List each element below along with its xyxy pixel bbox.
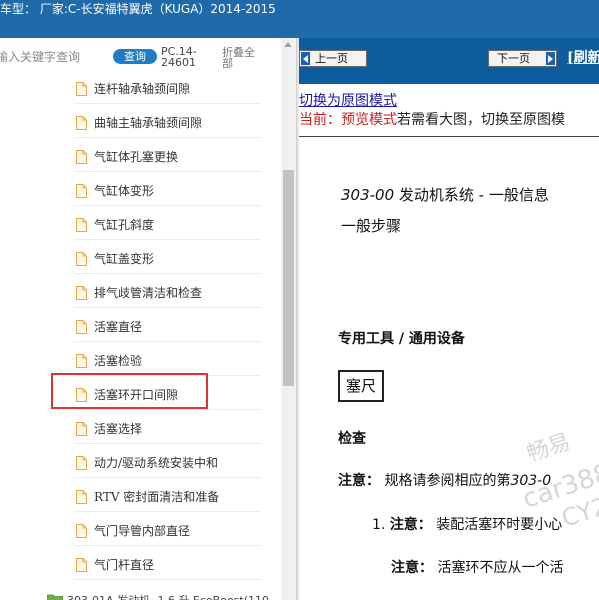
tree-item[interactable]: 动力/驱动系统安装中和 — [74, 448, 261, 478]
document-icon — [76, 286, 87, 300]
current-mode-line: 当前：预览模式若需看大图，切换至原图模 — [299, 109, 565, 129]
system-name: 发动机系统 - 一般信息 — [394, 186, 549, 204]
left-tree-pane: 查询 PC.14-24601 折叠全部 连杆轴承轴颈间隙曲轴主轴承轴颈间隙气缸体… — [0, 38, 296, 600]
tree-item-label: RTV 密封面清洁和准备 — [94, 490, 220, 504]
document-icon — [76, 320, 87, 334]
tools-heading: 专用工具 / 通用设备 — [338, 331, 465, 347]
tree-item-label: 排气歧管清洁和检查 — [94, 286, 203, 300]
watermark-logo: 畅易 — [523, 429, 574, 468]
search-input[interactable] — [0, 48, 94, 66]
document-icon — [76, 218, 87, 232]
scroll-up-arrow-icon[interactable] — [284, 42, 292, 47]
document-icon — [76, 116, 87, 130]
document-icon — [76, 422, 87, 436]
tree-item-label: 气门导管内部直径 — [94, 524, 191, 538]
note-2: 注意： 活塞环不应从一个活 — [391, 557, 563, 577]
step-1-number: 1. — [372, 517, 390, 533]
document-icon — [76, 558, 87, 572]
tree-item-label: 气缸体孔塞更换 — [94, 150, 179, 164]
arrow-left-icon — [301, 52, 310, 65]
tree-item[interactable]: 活塞选择 — [74, 414, 261, 444]
note-1-code: 303-0 — [510, 473, 552, 489]
note-label: 注意： — [338, 473, 380, 489]
note-1: 注意： 规格请参阅相应的第303-0 — [338, 470, 551, 490]
tree-item[interactable]: RTV 密封面清洁和准备 — [74, 482, 261, 512]
tree-item-label: 活塞直径 — [94, 320, 143, 334]
document-icon — [76, 456, 87, 470]
general-steps: 一般步骤 — [341, 217, 402, 235]
document-icon — [76, 354, 87, 368]
collapse-all-link[interactable]: 折叠全部 — [222, 47, 262, 69]
tool-feeler-gauge: 塞尺 — [338, 370, 384, 402]
system-code: 303-00 — [341, 186, 395, 204]
tree-item[interactable]: 气缸体孔塞更换 — [74, 142, 261, 172]
document-separator — [299, 136, 599, 137]
inspect-heading: 检查 — [338, 431, 366, 447]
document-icon — [76, 150, 87, 164]
tree-item[interactable]: 排气歧管清洁和检查 — [74, 278, 261, 308]
tree-item-label: 气门杆直径 — [94, 558, 155, 572]
tree-item-label: 气缸孔斜度 — [94, 218, 155, 232]
tree-item-label: 曲轴主轴承轴颈间隙 — [94, 116, 203, 130]
tree-item[interactable]: 气门导管内部直径 — [74, 516, 261, 546]
folder-icon — [47, 594, 63, 600]
title-bar: 车型： 厂家:C-长安福特翼虎（KUGA）2014-2015 — [0, 0, 599, 38]
prev-page-button[interactable]: 上一页 — [299, 50, 367, 67]
system-title: 303-00 发动机系统 - 一般信息 — [341, 184, 549, 205]
document-icon — [76, 252, 87, 266]
tree-item-label: 连杆轴承轴颈间隙 — [94, 82, 191, 96]
document-icon — [76, 184, 87, 198]
scrollbar-thumb[interactable] — [283, 170, 294, 386]
mode-hint: 若需看大图，切换至原图模 — [397, 112, 565, 128]
current-label: 当前： — [299, 112, 341, 128]
tree-item[interactable]: 气缸孔斜度 — [74, 210, 261, 240]
step-1-text: 装配活塞环时要小心 — [431, 517, 563, 533]
document-icon — [76, 82, 87, 96]
note-1-text: 规格请参阅相应的第 — [380, 473, 511, 489]
note-2-text: 活塞环不应从一个活 — [433, 560, 564, 576]
tree-item[interactable]: 气门杆直径 — [74, 550, 261, 580]
arrow-right-icon — [546, 52, 555, 65]
current-mode: 预览模式 — [341, 112, 397, 128]
left-scrollbar[interactable] — [281, 38, 296, 600]
note-2-label: 注意： — [391, 560, 433, 576]
switch-original-mode-link[interactable]: 切换为原图模式 — [299, 90, 397, 110]
highlight-box — [51, 373, 208, 409]
vehicle-model-title: 车型： 厂家:C-长安福特翼虎（KUGA）2014-2015 — [0, 2, 276, 16]
tree-item[interactable]: 活塞检验 — [74, 346, 261, 376]
folder-label: 303-01A 发动机 -1.6 升 EcoBoost(110... — [67, 592, 280, 600]
watermark-year: CY20 — [558, 487, 599, 533]
right-document-pane: 上一页 下一页 [刷新 切换为原图模式 当前：预览模式若需看大图，切换至原图模 … — [299, 38, 599, 600]
tree-item-label: 气缸体变形 — [94, 184, 155, 198]
tree-item-label: 动力/驱动系统安装中和 — [94, 456, 219, 470]
tree-item-label: 气缸盖变形 — [94, 252, 155, 266]
step-1: 1. 注意： 装配活塞环时要小心 — [372, 514, 562, 534]
tree-item[interactable]: 曲轴主轴承轴颈间隙 — [74, 108, 261, 138]
tree-item[interactable]: 气缸体变形 — [74, 176, 261, 206]
document-icon — [76, 524, 87, 538]
page-nav-bar: 上一页 下一页 [刷新 — [299, 38, 599, 84]
document-content: 303-00 发动机系统 - 一般信息 一般步骤 专用工具 / 通用设备 塞尺 … — [299, 138, 599, 600]
query-button[interactable]: 查询 — [113, 49, 157, 64]
next-page-button[interactable]: 下一页 — [488, 50, 557, 67]
tree-item-label: 活塞检验 — [94, 354, 143, 368]
tree-item[interactable]: 气缸盖变形 — [74, 244, 261, 274]
tree-item[interactable]: 连杆轴承轴颈间隙 — [74, 74, 261, 104]
document-icon — [76, 490, 87, 504]
step-1-note-label: 注意： — [389, 517, 432, 533]
refresh-link[interactable]: [刷新 — [567, 47, 599, 67]
tree-item-label: 活塞选择 — [94, 422, 143, 436]
manual-code: PC.14-24601 — [161, 45, 197, 69]
tree-item[interactable]: 活塞直径 — [74, 312, 261, 342]
